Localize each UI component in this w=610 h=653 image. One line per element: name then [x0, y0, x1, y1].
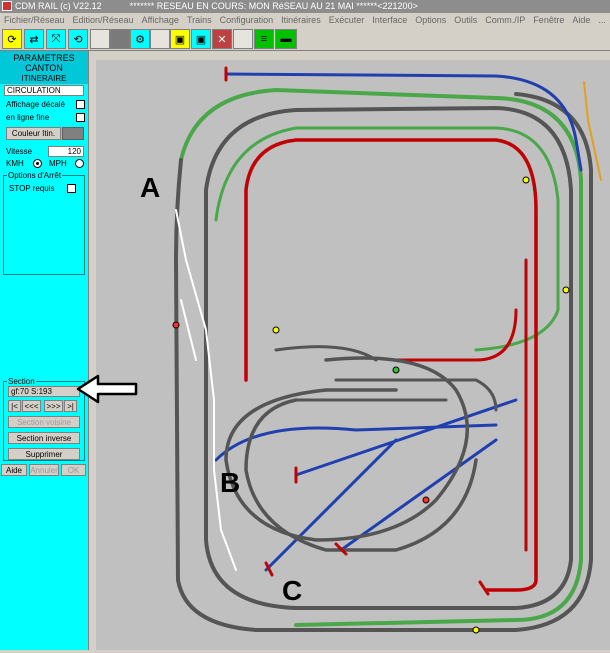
menu-item-7[interactable]: Interface: [368, 13, 411, 27]
annuler-button[interactable]: Annuler: [29, 464, 59, 476]
inner-gray-loop-1[interactable]: [224, 356, 469, 542]
stop-options-group: Options d'Arrêt STOP requis: [3, 171, 85, 275]
marker-c: C: [282, 575, 303, 606]
menu-item-8[interactable]: Options: [411, 13, 450, 27]
signal-3[interactable]: [562, 286, 570, 294]
menu-item-13[interactable]: ...: [594, 13, 610, 27]
menu-item-1[interactable]: Edition/Réseau: [69, 13, 138, 27]
gray-block-icon[interactable]: [110, 29, 130, 49]
signal-4[interactable]: [422, 496, 430, 504]
menu-item-0[interactable]: Fichier/Réseau: [0, 13, 69, 27]
options-arret-label: Options d'Arrêt: [7, 171, 63, 181]
red-branch-track[interactable]: [394, 308, 518, 362]
arrows-tool-icon[interactable]: ⇄: [24, 29, 44, 49]
affichage-decale-label: Affichage décalé: [6, 100, 66, 109]
inner-gray-loop-3[interactable]: [334, 378, 498, 412]
signal-5[interactable]: [392, 366, 400, 374]
track-green-icon[interactable]: ≡: [254, 29, 274, 49]
vitesse-label: Vitesse: [6, 147, 33, 156]
signal-6[interactable]: [172, 321, 180, 329]
menu-item-5[interactable]: Itinéraires: [277, 13, 325, 27]
parameters-panel: PARAMETRES CANTON ITINERAIRE CIRCULATION…: [0, 51, 89, 650]
menubar: Fichier/Réseau Edition/Réseau Affichage Tra…: [0, 13, 610, 27]
kmh-label: KMH: [6, 159, 24, 168]
app-title: CDM RAIL (c) V22.12: [15, 1, 102, 11]
arrow-pointer-icon: [76, 374, 138, 404]
section-inverse-button[interactable]: Section inverse: [8, 432, 80, 444]
itinerary-label: ITINERAIRE: [0, 74, 88, 84]
color-swatch[interactable]: [62, 127, 84, 140]
track-layout-canvas[interactable]: [96, 60, 610, 650]
menu-item-11[interactable]: Fenêtre: [529, 13, 568, 27]
loop-tool-icon[interactable]: ⟳: [2, 29, 22, 49]
signal-1[interactable]: [272, 326, 280, 334]
section-first-button[interactable]: |<: [8, 400, 21, 412]
affichage-decale-checkbox[interactable]: [76, 100, 85, 109]
app-icon: [2, 1, 12, 11]
locomotive-yellow-icon[interactable]: ▣: [170, 29, 190, 49]
train-tool-icon[interactable]: ⚙: [130, 29, 150, 49]
left-strip: [89, 51, 96, 650]
en-ligne-fine-checkbox[interactable]: [76, 113, 85, 122]
toolbar: ⟳ ⇄ ⤧ ⟲ ⚙ ▣ ▣ ✕ ≡ ▬: [0, 27, 610, 51]
delete-train-icon[interactable]: ✕: [212, 29, 232, 49]
menu-item-10[interactable]: Comm./IP: [481, 13, 529, 27]
network-title: ******* RESEAU EN COURS: MON RéSEAU AU 2…: [129, 1, 418, 11]
itinerary-field[interactable]: CIRCULATION: [4, 85, 84, 96]
menu-item-2[interactable]: Affichage: [138, 13, 183, 27]
signal-7[interactable]: [472, 626, 480, 634]
track-green-dashed-icon[interactable]: ▬: [275, 29, 297, 49]
section-next-button[interactable]: >>>: [44, 400, 63, 412]
red-track[interactable]: [244, 138, 538, 592]
menu-item-9[interactable]: Outils: [450, 13, 481, 27]
cross-tool-icon[interactable]: ⤧: [46, 29, 66, 49]
panel-header: PARAMETRES CANTON: [0, 51, 88, 75]
marker-b: B: [220, 467, 241, 498]
section-value: gf:70 S:193: [8, 386, 80, 397]
loop-reverse-tool-icon[interactable]: ⟲: [68, 29, 88, 49]
locomotive-cyan-icon[interactable]: ▣: [191, 29, 211, 49]
section-prev-button[interactable]: <<<: [22, 400, 41, 412]
aide-button[interactable]: Aide: [1, 464, 27, 476]
kmh-radio[interactable]: [33, 159, 42, 168]
ok-button[interactable]: OK: [61, 464, 86, 476]
section-voisine-button[interactable]: Section voisine: [8, 416, 80, 428]
blank-tool-icon-2[interactable]: [150, 29, 170, 49]
panel-header-line2: CANTON: [25, 63, 63, 73]
buffer-stop-right: [478, 580, 490, 596]
menu-item-4[interactable]: Configuration: [216, 13, 278, 27]
section-group: Section gf:70 S:193 |< <<< >>> >| Sectio…: [3, 377, 85, 461]
supprimer-button[interactable]: Supprimer: [8, 448, 80, 460]
track-layout-svg[interactable]: [96, 60, 610, 650]
menu-item-12[interactable]: Aide: [568, 13, 594, 27]
blank-tool-icon[interactable]: [90, 29, 110, 49]
panel-header-line1: PARAMETRES: [13, 53, 75, 63]
mph-radio[interactable]: [75, 159, 84, 168]
blank-tool-icon-3[interactable]: [233, 29, 253, 49]
menu-item-3[interactable]: Trains: [183, 13, 216, 27]
signal-2[interactable]: [522, 176, 530, 184]
blue-spur-1[interactable]: [294, 398, 518, 477]
inner-green-track[interactable]: [214, 126, 560, 352]
menu-item-6[interactable]: Exécuter: [325, 13, 369, 27]
stop-requis-checkbox[interactable]: [67, 184, 76, 193]
window-titlebar: CDM RAIL (c) V22.12 ******* RESEAU EN COU…: [0, 0, 610, 13]
selected-route-segment[interactable]: [180, 299, 197, 361]
marker-a: A: [140, 172, 161, 203]
vitesse-input[interactable]: 120: [48, 146, 84, 157]
en-ligne-fine-label: en ligne fine: [6, 113, 50, 122]
top-strip: [96, 51, 610, 60]
blue-spur-2[interactable]: [339, 438, 498, 552]
couleur-itin-button[interactable]: Couleur Itin.: [6, 127, 61, 140]
mph-label: MPH: [49, 159, 67, 168]
stop-requis-label: STOP requis: [9, 184, 55, 193]
